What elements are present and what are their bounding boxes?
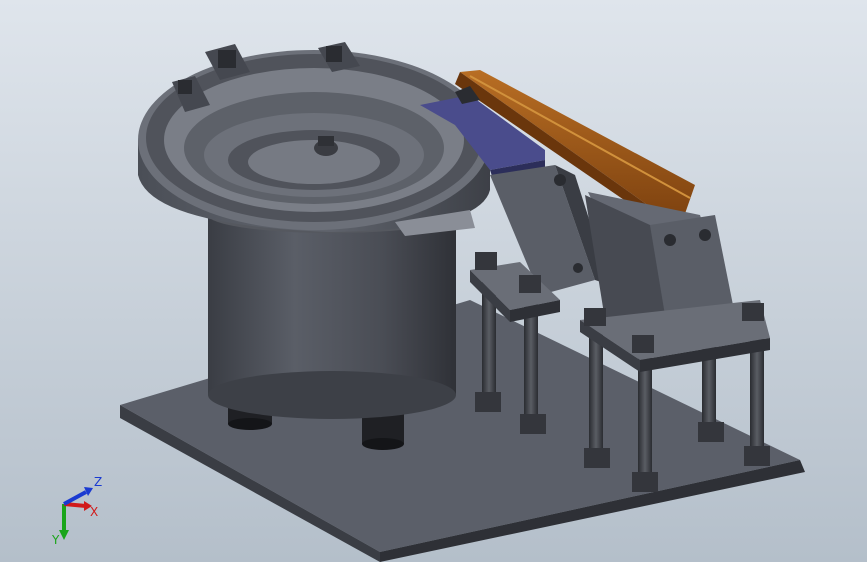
x-axis-label: X [90, 505, 98, 519]
z-axis-label: Z [94, 475, 102, 489]
model-render [0, 0, 867, 562]
coordinate-triad[interactable]: Z X Y [50, 470, 110, 545]
y-axis-label: Y [51, 533, 60, 545]
cad-viewport[interactable]: Z X Y [0, 0, 867, 562]
z-axis-icon [63, 490, 87, 506]
